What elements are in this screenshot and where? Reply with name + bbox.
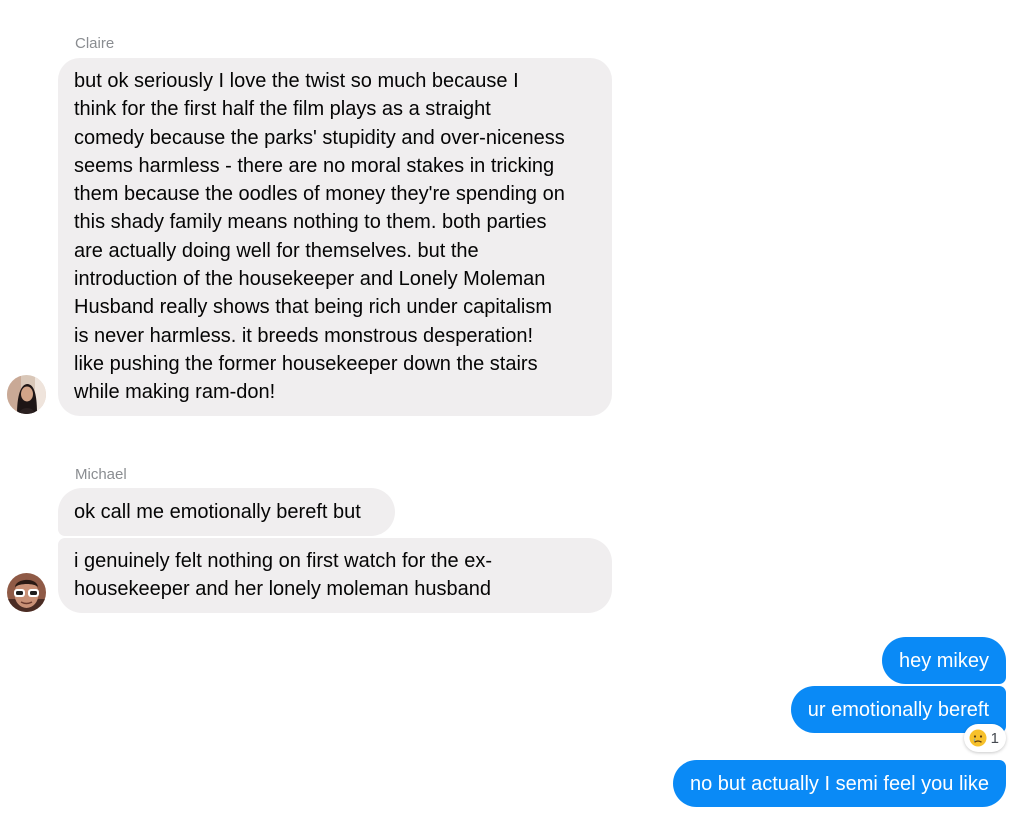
sender-name: Claire xyxy=(75,35,115,52)
reaction-count: 1 xyxy=(990,729,999,747)
message-bubble-outgoing[interactable]: hey mikey xyxy=(881,637,1006,684)
message-bubble[interactable]: i genuinely felt nothing on first watch … xyxy=(58,538,612,613)
sender-name: Michael xyxy=(75,466,127,483)
message-bubble-outgoing[interactable]: no but actually I semi feel you like xyxy=(672,760,1006,807)
avatar-photo xyxy=(7,573,46,612)
avatar[interactable] xyxy=(7,375,46,414)
crying-face-icon xyxy=(969,729,987,747)
avatar-photo xyxy=(7,375,46,414)
message-bubble[interactable]: but ok seriously I love the twist so muc… xyxy=(58,58,612,416)
reaction-badge[interactable]: 1 xyxy=(963,724,1006,752)
avatar[interactable] xyxy=(7,573,46,612)
message-bubble[interactable]: ok call me emotionally bereft but xyxy=(58,488,395,536)
